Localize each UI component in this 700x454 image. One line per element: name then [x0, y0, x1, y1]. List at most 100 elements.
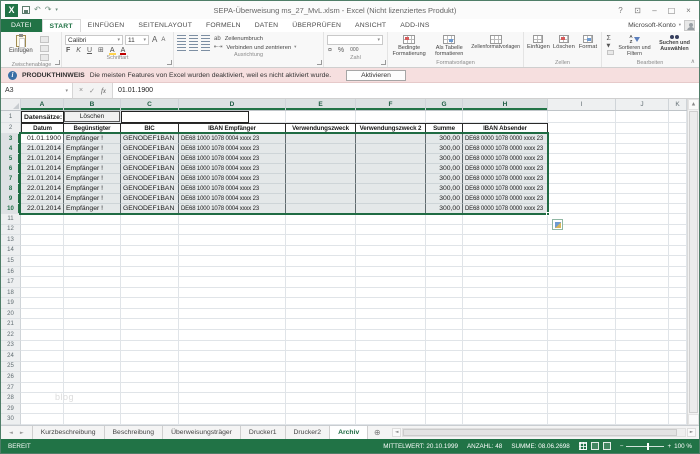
- cell-B8[interactable]: Empfänger !: [64, 184, 121, 194]
- cell-B9[interactable]: Empfänger !: [64, 194, 121, 204]
- cell-C29[interactable]: [121, 403, 179, 415]
- cell-F10[interactable]: [356, 204, 426, 214]
- column-header-B[interactable]: B: [64, 99, 121, 110]
- cell-C19[interactable]: [121, 298, 179, 309]
- zoom-out-icon[interactable]: −: [620, 443, 624, 450]
- cell-A1[interactable]: Datensätze:: [21, 111, 64, 123]
- cell-H25[interactable]: [463, 361, 548, 373]
- cell-J5[interactable]: [616, 154, 669, 164]
- align-center-icon[interactable]: [189, 44, 198, 51]
- cell-E1[interactable]: [286, 111, 356, 123]
- cell-H30[interactable]: [463, 414, 548, 425]
- font-dialog-launcher[interactable]: [167, 60, 172, 65]
- cell-B17[interactable]: [64, 277, 121, 288]
- cell-G10[interactable]: 300,00: [426, 204, 463, 214]
- cell-I23[interactable]: [548, 340, 616, 352]
- cell-E3[interactable]: [286, 134, 356, 144]
- cell-I28[interactable]: [548, 393, 616, 404]
- cell-B16[interactable]: [64, 266, 121, 278]
- cell-J21[interactable]: [616, 319, 669, 331]
- cell-H9[interactable]: DE68 0000 1078 0000 xxxx 23: [463, 194, 548, 204]
- cell-F17[interactable]: [356, 277, 426, 288]
- cell-I7[interactable]: [548, 174, 616, 184]
- name-box[interactable]: A3 ▾: [1, 83, 73, 98]
- cell-G3[interactable]: 300,00: [426, 134, 463, 144]
- cell-E30[interactable]: [286, 414, 356, 425]
- row-header-9[interactable]: 9: [1, 194, 21, 204]
- paste-button[interactable]: Einfügen: [5, 34, 37, 55]
- cell-H19[interactable]: [463, 298, 548, 309]
- cell-H28[interactable]: [463, 393, 548, 404]
- ribbon-options-icon[interactable]: ⊡: [629, 3, 646, 18]
- column-header-C[interactable]: C: [121, 99, 179, 110]
- cell-J2[interactable]: [616, 123, 669, 134]
- scroll-left-icon[interactable]: ◄: [392, 428, 402, 437]
- cell-J4[interactable]: [616, 144, 669, 154]
- row-header-25[interactable]: 25: [1, 361, 21, 373]
- cell-E20[interactable]: [286, 308, 356, 320]
- column-header-G[interactable]: G: [426, 99, 463, 110]
- font-size-select[interactable]: 11 ▾: [125, 35, 149, 45]
- cell-I14[interactable]: [548, 245, 616, 257]
- cell-D14[interactable]: [179, 245, 286, 257]
- cell-G29[interactable]: [426, 403, 463, 415]
- cell-G28[interactable]: [426, 393, 463, 404]
- cell-C10[interactable]: GENODEF1BAN: [121, 204, 179, 214]
- scroll-up-icon[interactable]: ▲: [688, 99, 699, 110]
- cell-A21[interactable]: [21, 319, 64, 331]
- sheet-tab-archiv[interactable]: Archiv: [330, 426, 369, 439]
- cell-J16[interactable]: [616, 266, 669, 278]
- ribbon-tab-einfügen[interactable]: EINFÜGEN: [81, 19, 132, 32]
- cell-A12[interactable]: [21, 224, 64, 236]
- cell-B26[interactable]: [64, 372, 121, 383]
- cell-F24[interactable]: [356, 351, 426, 362]
- cell-C23[interactable]: [121, 340, 179, 352]
- cell-J9[interactable]: [616, 194, 669, 204]
- cell-D20[interactable]: [179, 308, 286, 320]
- cell-I9[interactable]: [548, 194, 616, 204]
- percent-format-icon[interactable]: %: [337, 47, 345, 54]
- cell-A29[interactable]: [21, 403, 64, 415]
- font-family-select[interactable]: Calibri ▾: [65, 35, 123, 45]
- cell-D15[interactable]: [179, 256, 286, 267]
- column-header-D[interactable]: D: [179, 99, 286, 110]
- cell-B21[interactable]: [64, 319, 121, 331]
- cell-B15[interactable]: [64, 256, 121, 267]
- column-header-F[interactable]: F: [356, 99, 426, 110]
- sheet-tab-drucker2[interactable]: Drucker2: [286, 426, 331, 439]
- redo-icon[interactable]: ↷: [45, 6, 52, 14]
- collapse-ribbon-icon[interactable]: ∧: [691, 58, 695, 65]
- undo-icon[interactable]: ↶: [34, 6, 41, 14]
- cell-H14[interactable]: [463, 245, 548, 257]
- cell-F13[interactable]: [356, 235, 426, 246]
- sheet-tab-überweisungsträger[interactable]: Überweisungsträger: [163, 426, 241, 439]
- cell-G19[interactable]: [426, 298, 463, 309]
- cell-E9[interactable]: [286, 194, 356, 204]
- row-header-13[interactable]: 13: [1, 235, 21, 246]
- cell-G21[interactable]: [426, 319, 463, 331]
- cell-A11[interactable]: [21, 214, 64, 225]
- row-header-11[interactable]: 11: [1, 214, 21, 225]
- cell-K16[interactable]: [669, 266, 687, 278]
- cell-E22[interactable]: [286, 330, 356, 341]
- row-header-4[interactable]: 4: [1, 144, 21, 154]
- clear-icon[interactable]: [606, 50, 614, 55]
- cell-G30[interactable]: [426, 414, 463, 425]
- cell-K28[interactable]: [669, 393, 687, 404]
- quick-analysis-button[interactable]: [552, 219, 563, 230]
- cell-J29[interactable]: [616, 403, 669, 415]
- cell-C8[interactable]: GENODEF1BAN: [121, 184, 179, 194]
- borders-icon[interactable]: ⊞: [97, 47, 105, 54]
- cell-E23[interactable]: [286, 340, 356, 352]
- cell-A15[interactable]: [21, 256, 64, 267]
- font-color-icon[interactable]: A: [119, 47, 127, 55]
- cell-H11[interactable]: [463, 214, 548, 225]
- cell-F19[interactable]: [356, 298, 426, 309]
- activate-button[interactable]: Aktivieren: [346, 69, 406, 81]
- add-sheet-icon[interactable]: ⊕: [368, 426, 386, 439]
- row-header-18[interactable]: 18: [1, 287, 21, 299]
- format-painter-icon[interactable]: [39, 54, 49, 61]
- cell-E4[interactable]: [286, 144, 356, 154]
- cell-K4[interactable]: [669, 144, 687, 154]
- cell-B14[interactable]: [64, 245, 121, 257]
